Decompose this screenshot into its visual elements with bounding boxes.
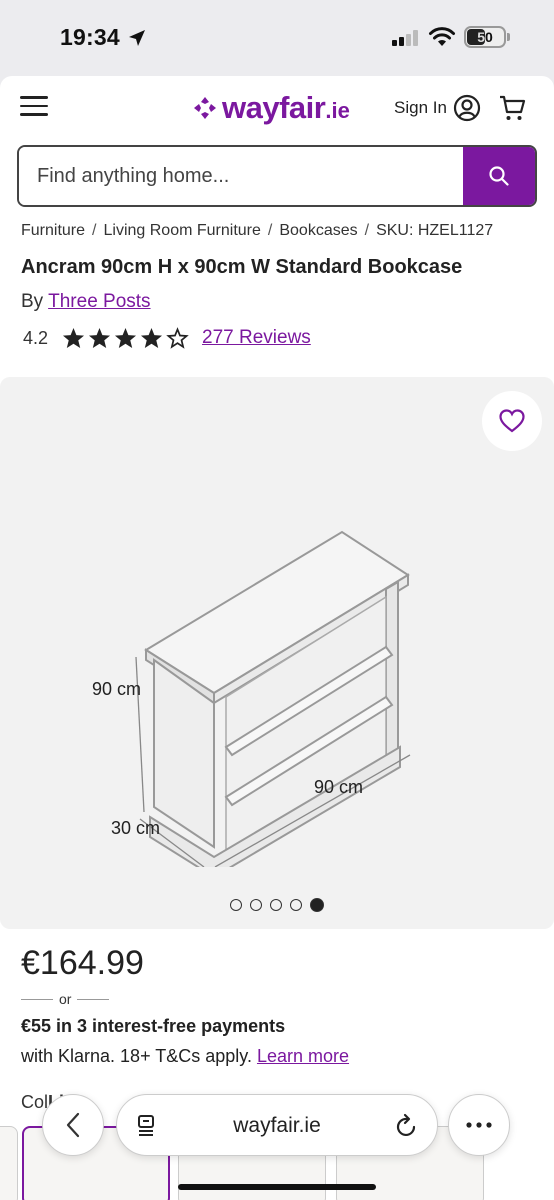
search-icon <box>489 166 509 186</box>
wayfair-logo[interactable]: wayfair .ie <box>192 90 350 126</box>
heart-icon <box>499 409 525 433</box>
favorite-button[interactable] <box>482 391 542 451</box>
klarna-terms: with Klarna. 18+ T&Cs apply. Learn more <box>21 1046 349 1067</box>
depth-dimension-label: 30 cm <box>111 818 161 838</box>
breadcrumb-item[interactable]: Furniture <box>21 222 85 239</box>
installment-offer: €55 in 3 interest-free payments <box>21 1016 286 1036</box>
logo-text: wayfair <box>222 90 326 125</box>
height-dimension-label: 90 cm <box>92 679 142 699</box>
reviews-link[interactable]: 277 Reviews <box>202 327 311 349</box>
home-indicator <box>178 1184 376 1190</box>
star-filled-icon <box>63 327 85 349</box>
product-title: Ancram 90cm H x 90cm W Standard Bookcase <box>21 256 463 278</box>
reload-icon[interactable] <box>395 1113 419 1139</box>
brand-line: By Three Posts <box>21 291 151 313</box>
pagination-dot[interactable] <box>230 899 242 911</box>
learn-more-link[interactable]: Learn more <box>257 1046 349 1066</box>
web-page: wayfair .ie Sign In Furniture/Living Roo… <box>0 76 554 1200</box>
star-rating <box>62 327 192 349</box>
user-account-icon[interactable] <box>453 94 481 122</box>
logo-mark-icon <box>194 97 216 119</box>
klarna-text: with Klarna. 18+ T&Cs apply. <box>21 1046 252 1066</box>
search-input[interactable] <box>19 147 465 205</box>
browser-toolbar: wayfair.ie <box>0 1088 554 1200</box>
battery-nub <box>507 33 510 41</box>
star-filled-icon <box>115 327 137 349</box>
status-time: 19:34 <box>60 24 120 50</box>
breadcrumb-item[interactable]: Living Room Furniture <box>103 222 260 239</box>
or-label: or <box>59 991 72 1007</box>
ellipsis-icon <box>466 1122 492 1128</box>
hamburger-menu-icon[interactable] <box>20 96 48 118</box>
chevron-left-icon <box>66 1112 80 1138</box>
sign-in-link[interactable]: Sign In <box>394 98 447 118</box>
location-arrow-icon <box>129 30 145 46</box>
star-filled-icon <box>89 327 111 349</box>
url-text: wayfair.ie <box>233 1114 321 1137</box>
rating-value: 4.2 <box>23 327 49 348</box>
back-button[interactable] <box>42 1094 104 1156</box>
address-bar[interactable]: wayfair.ie <box>116 1094 438 1156</box>
by-label: By <box>21 291 44 312</box>
brand-link[interactable]: Three Posts <box>48 291 150 312</box>
pagination-dot[interactable] <box>250 899 262 911</box>
pagination-dot[interactable] <box>270 899 282 911</box>
breadcrumb: Furniture / Living Room Furniture / Bookcase… <box>21 222 494 239</box>
or-divider: or <box>21 991 110 1007</box>
pagination-dot[interactable] <box>290 899 302 911</box>
image-pagination <box>230 898 332 912</box>
logo-tld: .ie <box>325 98 350 123</box>
more-options-button[interactable] <box>448 1094 510 1156</box>
pagination-dot-active[interactable] <box>310 898 324 912</box>
cart-icon[interactable] <box>498 94 526 122</box>
product-image-gallery[interactable]: 90 cm 90 cm 30 cm <box>0 377 554 929</box>
width-dimension-label: 90 cm <box>314 777 364 797</box>
status-bar: 19:34 50 <box>0 0 554 76</box>
star-outline-icon <box>166 327 189 349</box>
breadcrumb-sku: SKU: HZEL1127 <box>376 222 494 239</box>
battery-percent: 50 <box>477 29 493 45</box>
cellular-signal-icon <box>392 30 418 46</box>
product-price: €164.99 <box>21 944 144 982</box>
search-button[interactable] <box>463 147 535 205</box>
breadcrumb-item[interactable]: Bookcases <box>279 222 357 239</box>
battery-icon: 50 <box>464 26 506 48</box>
wifi-icon <box>429 27 455 46</box>
bookcase-dimension-image <box>135 530 411 867</box>
rating-row: 4.2 277 Reviews <box>23 327 311 349</box>
search-bar <box>17 145 537 207</box>
site-header: wayfair .ie Sign In <box>0 76 554 142</box>
star-filled-icon <box>141 327 163 349</box>
